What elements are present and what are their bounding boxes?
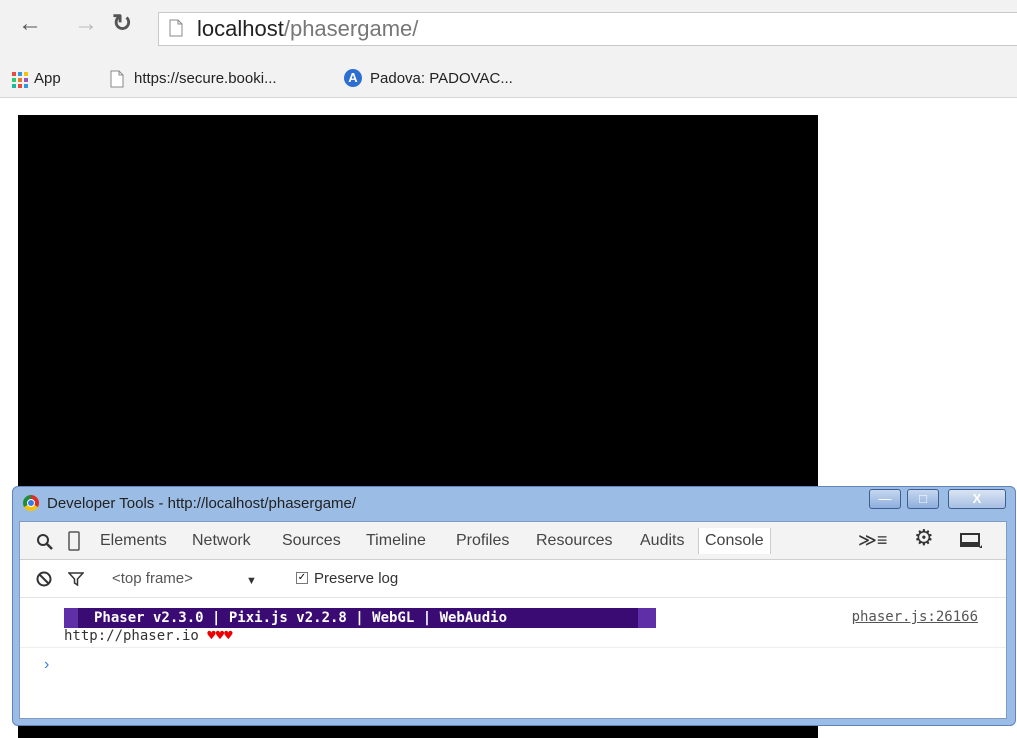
minimize-button[interactable]: — bbox=[869, 489, 901, 509]
gear-icon[interactable]: ⚙ bbox=[914, 527, 934, 549]
tab-elements[interactable]: Elements bbox=[100, 532, 167, 550]
bookmark-apps[interactable]: App bbox=[34, 70, 61, 88]
tab-sources[interactable]: Sources bbox=[282, 532, 341, 550]
clear-console-icon[interactable] bbox=[36, 571, 52, 587]
page-icon bbox=[110, 70, 124, 88]
chrome-logo-icon bbox=[23, 495, 39, 511]
padova-site-icon: A bbox=[344, 69, 362, 87]
phaser-link[interactable]: http://phaser.io bbox=[64, 628, 199, 644]
preserve-log-checkbox[interactable]: ✓ bbox=[296, 572, 308, 584]
device-mode-icon[interactable] bbox=[68, 531, 80, 551]
maximize-button[interactable]: □ bbox=[907, 489, 939, 509]
close-button[interactable]: X bbox=[948, 489, 1006, 509]
filter-icon[interactable] bbox=[68, 571, 84, 587]
page-icon bbox=[169, 19, 183, 37]
console-message: Phaser v2.3.0 | Pixi.js v2.2.8 | WebGL |… bbox=[20, 598, 1006, 648]
devtools-window: Developer Tools - http://localhost/phase… bbox=[12, 486, 1016, 726]
url-host: localhost bbox=[197, 16, 284, 41]
phaser-banner-text: Phaser v2.3.0 | Pixi.js v2.2.8 | WebGL |… bbox=[78, 608, 638, 628]
browser-toolbar: ← → ↻ localhost/phasergame/ bbox=[0, 0, 1017, 60]
tab-timeline[interactable]: Timeline bbox=[366, 532, 426, 550]
tab-audits[interactable]: Audits bbox=[640, 532, 684, 550]
source-link[interactable]: phaser.js:26166 bbox=[852, 608, 978, 626]
url-path: /phasergame/ bbox=[283, 16, 419, 41]
search-icon[interactable] bbox=[36, 533, 54, 551]
bookmark-padova[interactable]: Padova: PADOVAC... bbox=[370, 70, 513, 88]
hearts-icon: ♥♥♥ bbox=[207, 628, 233, 644]
forward-arrow-icon[interactable]: → bbox=[74, 12, 98, 36]
bookmarks-bar: App https://secure.booki... A Padova: PA… bbox=[0, 60, 1017, 98]
tab-network[interactable]: Network bbox=[192, 532, 251, 550]
dock-side-icon[interactable] bbox=[960, 533, 982, 549]
apps-grid-icon[interactable] bbox=[12, 72, 28, 88]
preserve-log-label: Preserve log bbox=[314, 570, 399, 587]
devtools-tabbar: Elements Network Sources Timeline Profil… bbox=[20, 522, 1006, 560]
reload-icon[interactable]: ↻ bbox=[112, 12, 132, 36]
console-toolbar: <top frame> ▼ ✓ Preserve log bbox=[20, 560, 1006, 598]
chevron-down-icon[interactable]: ▼ bbox=[246, 572, 257, 590]
bookmark-secure-booking[interactable]: https://secure.booki... bbox=[134, 70, 277, 88]
phaser-banner: Phaser v2.3.0 | Pixi.js v2.2.8 | WebGL |… bbox=[64, 608, 656, 628]
console-prompt-icon[interactable]: › bbox=[44, 656, 49, 674]
url-text: localhost/phasergame/ bbox=[197, 16, 418, 42]
devtools-client: Elements Network Sources Timeline Profil… bbox=[19, 521, 1007, 719]
devtools-title: Developer Tools - http://localhost/phase… bbox=[47, 495, 357, 512]
back-arrow-icon[interactable]: ← bbox=[18, 12, 42, 36]
tab-console[interactable]: Console bbox=[698, 528, 771, 554]
address-bar[interactable]: localhost/phasergame/ bbox=[158, 12, 1017, 46]
frame-selector[interactable]: <top frame> bbox=[112, 570, 193, 588]
tab-resources[interactable]: Resources bbox=[536, 532, 612, 550]
console-message-line: http://phaser.io ♥♥♥ bbox=[64, 628, 233, 644]
devtools-titlebar[interactable]: Developer Tools - http://localhost/phase… bbox=[13, 487, 1015, 519]
drawer-toggle-icon[interactable]: ≫≡ bbox=[858, 530, 887, 550]
tab-profiles[interactable]: Profiles bbox=[456, 532, 509, 550]
